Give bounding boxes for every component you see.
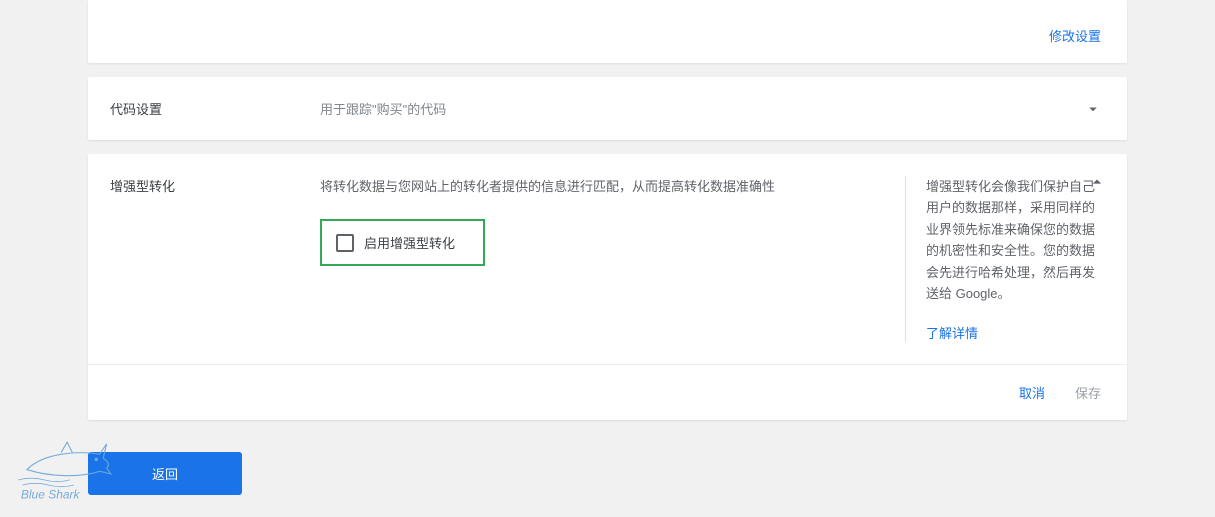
back-button[interactable]: 返回 [88, 452, 242, 495]
cancel-button[interactable]: 取消 [1019, 383, 1045, 402]
top-card-footer: 修改设置 [88, 8, 1127, 63]
enable-enhanced-label: 启用增强型转化 [364, 233, 455, 252]
top-card: 修改设置 [88, 0, 1127, 63]
chevron-up-icon[interactable] [1087, 172, 1107, 192]
code-settings-title: 代码设置 [110, 99, 320, 118]
learn-more-link[interactable]: 了解详情 [926, 323, 1105, 342]
enhanced-conversion-card: 增强型转化 将转化数据与您网站上的转化者提供的信息进行匹配，从而提高转化数据准确… [88, 154, 1127, 420]
enable-enhanced-checkbox[interactable] [336, 234, 354, 252]
enhanced-footer: 取消 保存 [88, 364, 1127, 420]
code-settings-card[interactable]: 代码设置 用于跟踪"购买"的代码 [88, 77, 1127, 140]
modify-settings-link[interactable]: 修改设置 [1049, 26, 1101, 45]
enhanced-description: 将转化数据与您网站上的转化者提供的信息进行匹配，从而提高转化数据准确性 [320, 176, 881, 195]
enable-enhanced-highlight: 启用增强型转化 [320, 219, 485, 266]
save-button: 保存 [1075, 383, 1101, 402]
chevron-down-icon[interactable] [1083, 99, 1103, 119]
watermark-text: Blue Shark [21, 488, 81, 502]
enhanced-info-text: 增强型转化会像我们保护自己用户的数据那样，采用同样的业界领先标准来确保您的数据的… [926, 176, 1105, 305]
code-settings-subtitle: 用于跟踪"购买"的代码 [320, 99, 446, 118]
enhanced-title: 增强型转化 [110, 176, 320, 195]
